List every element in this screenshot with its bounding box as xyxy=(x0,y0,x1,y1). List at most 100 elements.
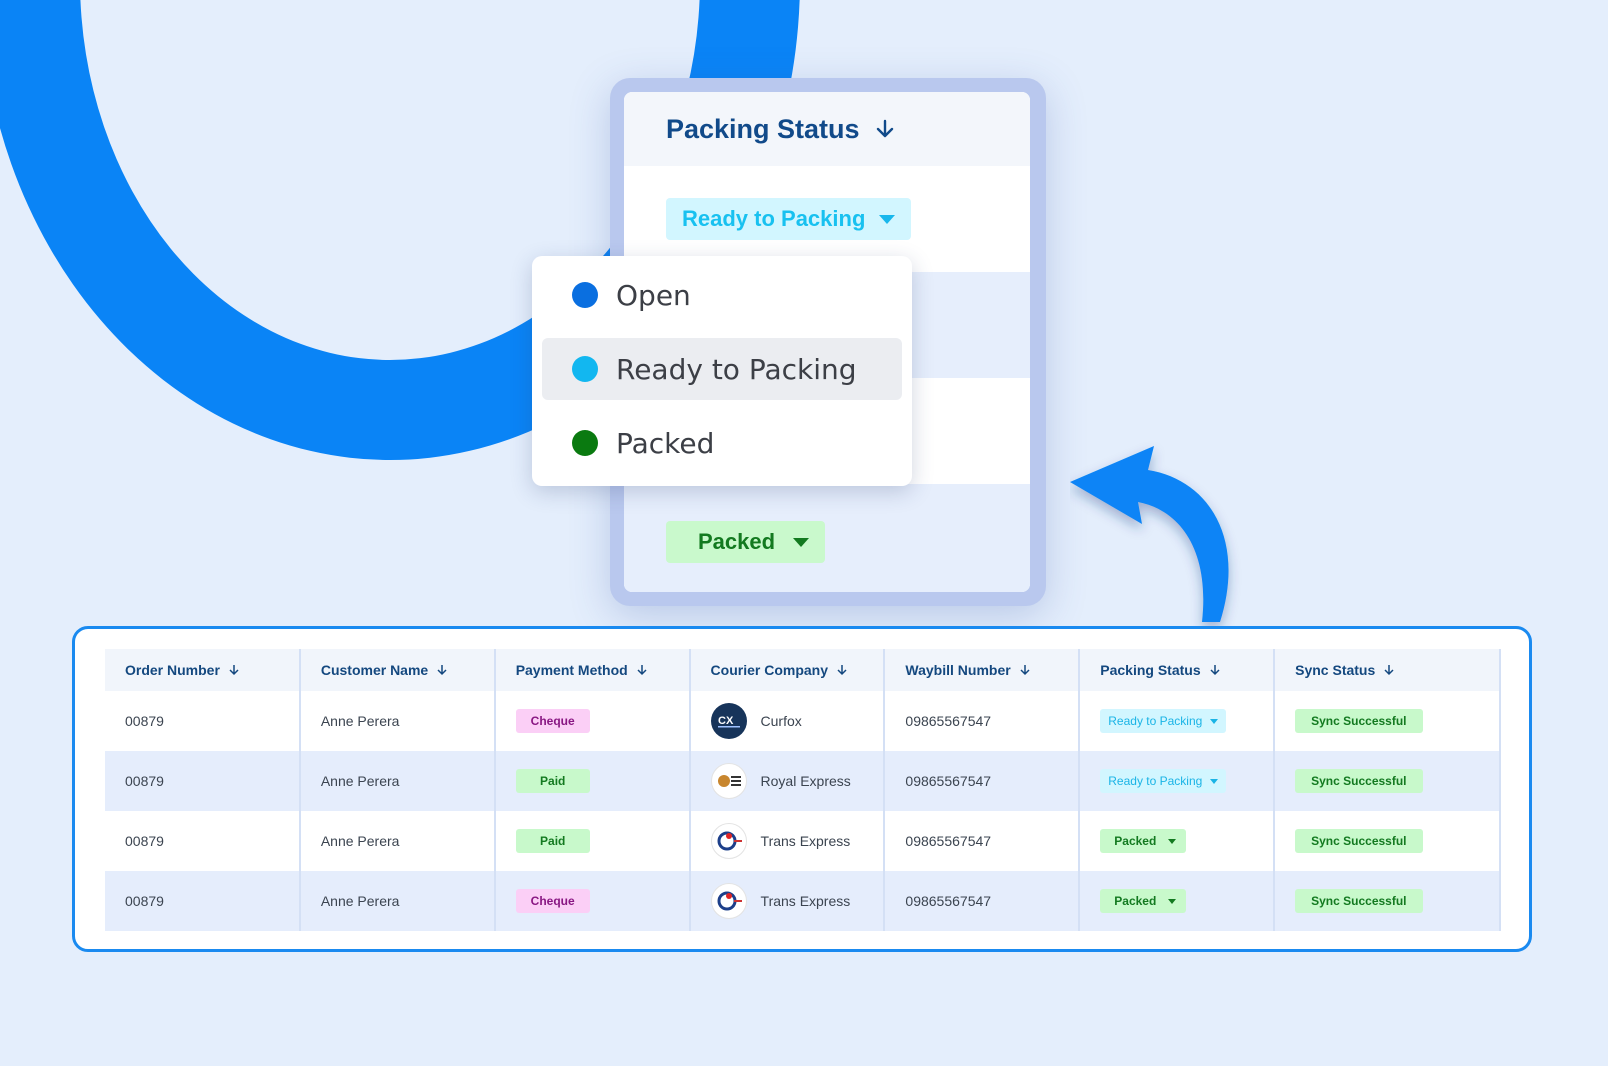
column-label: Payment Method xyxy=(515,662,628,678)
caret-down-icon xyxy=(1168,898,1177,904)
svg-text:CX: CX xyxy=(718,715,734,727)
column-header-payment-method[interactable]: Payment Method xyxy=(494,649,691,691)
column-header-customer-name[interactable]: Customer Name xyxy=(299,649,496,691)
column-label: Packing Status xyxy=(1100,662,1201,678)
packing-status-selected-label: Ready to Packing xyxy=(682,206,866,231)
caret-down-icon xyxy=(879,214,896,224)
column-label: Sync Status xyxy=(1295,662,1376,678)
table-row[interactable]: 00879 Anne Perera Cheque Trans Express 0… xyxy=(105,871,1501,931)
curfox-logo-icon: CX xyxy=(710,703,747,739)
orders-table-panel: Order Number Customer Name Payment Metho… xyxy=(72,626,1532,952)
courier-name: Royal Express xyxy=(760,773,851,789)
customer-name-cell: Anne Perera xyxy=(299,751,496,811)
order-number-cell: 00879 xyxy=(105,871,301,931)
payment-method-cell: Cheque xyxy=(494,871,691,931)
sync-status-badge: Sync Successful xyxy=(1295,769,1423,793)
courier-cell: CX Curfox xyxy=(689,691,886,751)
menu-option-packed[interactable]: Packed xyxy=(542,412,902,474)
packing-status-dropdown-menu: Open Ready to Packing Packed xyxy=(532,256,912,486)
sync-status-badge: Sync Successful xyxy=(1295,709,1423,733)
courier-name: Trans Express xyxy=(760,833,851,849)
sort-down-arrow-icon[interactable] xyxy=(636,664,648,676)
waybill-cell: 09865567547 xyxy=(884,751,1081,811)
column-label: Courier Company xyxy=(710,662,828,678)
status-dot-icon xyxy=(572,356,598,382)
column-header-sync-status[interactable]: Sync Status xyxy=(1274,649,1501,691)
payment-badge: Paid xyxy=(515,829,590,853)
waybill-cell: 09865567547 xyxy=(884,811,1081,871)
status-dot-icon xyxy=(572,282,598,308)
packing-status-cell: Ready to Packing xyxy=(1079,751,1276,811)
packing-status-cell: Packed xyxy=(1079,811,1276,871)
sort-down-arrow-icon[interactable] xyxy=(436,664,448,676)
sort-down-arrow-icon[interactable] xyxy=(1019,664,1031,676)
packing-status-header-label: Packing Status xyxy=(666,113,860,144)
column-label: Waybill Number xyxy=(905,662,1011,678)
caret-down-icon xyxy=(1210,778,1219,784)
packing-status-label: Packed xyxy=(1114,834,1157,848)
order-number-cell: 00879 xyxy=(105,751,301,811)
courier-cell: Trans Express xyxy=(689,871,886,931)
packing-status-label: Packed xyxy=(1114,894,1157,908)
column-label: Customer Name xyxy=(320,662,429,678)
payment-badge: Cheque xyxy=(515,709,590,733)
sync-status-cell: Sync Successful xyxy=(1274,751,1501,811)
column-header-courier-company[interactable]: Courier Company xyxy=(689,649,886,691)
sync-status-badge: Sync Successful xyxy=(1295,829,1423,853)
courier-name: Trans Express xyxy=(760,893,851,909)
packing-status-label: Ready to Packing xyxy=(1108,774,1203,788)
order-number-cell: 00879 xyxy=(105,811,301,871)
waybill-cell: 09865567547 xyxy=(884,691,1081,751)
sync-status-cell: Sync Successful xyxy=(1274,811,1501,871)
packing-status-dropdown-trigger[interactable]: Ready to Packing xyxy=(666,198,912,240)
menu-option-ready-to-packing[interactable]: Ready to Packing xyxy=(542,338,902,400)
trans-express-logo-icon xyxy=(710,883,747,919)
payment-badge: Cheque xyxy=(515,889,590,913)
payment-method-cell: Cheque xyxy=(494,691,691,751)
packing-status-header[interactable]: Packing Status xyxy=(624,92,1030,166)
caret-down-icon xyxy=(1210,718,1219,724)
courier-cell: Trans Express xyxy=(689,811,886,871)
column-header-order-number[interactable]: Order Number xyxy=(105,649,301,691)
packing-status-dropdown[interactable]: Ready to Packing xyxy=(1100,769,1227,793)
table-row[interactable]: 00879 Anne Perera Paid Trans Express 098… xyxy=(105,811,1501,871)
orders-table: Order Number Customer Name Payment Metho… xyxy=(105,649,1501,931)
customer-name-cell: Anne Perera xyxy=(299,811,496,871)
payment-method-cell: Paid xyxy=(494,811,691,871)
packed-status-pill[interactable]: Packed xyxy=(666,521,826,563)
order-number-cell: 00879 xyxy=(105,691,301,751)
customer-name-cell: Anne Perera xyxy=(299,871,496,931)
sort-down-arrow-icon[interactable] xyxy=(228,664,240,676)
trans-express-logo-icon xyxy=(710,823,747,859)
menu-option-label: Packed xyxy=(616,426,715,460)
status-dot-icon xyxy=(572,430,598,456)
menu-option-label: Ready to Packing xyxy=(616,352,857,386)
courier-cell: Royal Express xyxy=(689,751,886,811)
packing-status-dropdown[interactable]: Ready to Packing xyxy=(1100,709,1227,733)
packing-status-dropdown[interactable]: Packed xyxy=(1100,889,1187,913)
table-row[interactable]: 00879 Anne Perera Paid Royal Express 098… xyxy=(105,751,1501,811)
sort-down-arrow-icon[interactable] xyxy=(1383,664,1395,676)
packing-status-dropdown[interactable]: Packed xyxy=(1100,829,1187,853)
packed-status-label: Packed xyxy=(698,529,776,554)
packing-status-cell: Packed xyxy=(1079,871,1276,931)
sort-down-arrow-icon[interactable] xyxy=(1209,664,1221,676)
curved-arrow-icon xyxy=(1070,446,1229,622)
packing-status-cell: Ready to Packing xyxy=(1079,691,1276,751)
column-header-waybill-number[interactable]: Waybill Number xyxy=(884,649,1081,691)
payment-method-cell: Paid xyxy=(494,751,691,811)
sync-status-cell: Sync Successful xyxy=(1274,691,1501,751)
table-row[interactable]: 00879 Anne Perera Cheque CX Curfox 09865… xyxy=(105,691,1501,751)
zoom-row-4: Packed xyxy=(624,484,1030,592)
payment-badge: Paid xyxy=(515,769,590,793)
caret-down-icon xyxy=(1168,838,1177,844)
menu-option-label: Open xyxy=(616,278,691,312)
packing-status-label: Ready to Packing xyxy=(1108,714,1203,728)
column-header-packing-status[interactable]: Packing Status xyxy=(1079,649,1276,691)
stage: Packing Status Ready to Packing Packed O… xyxy=(0,0,1608,1066)
waybill-cell: 09865567547 xyxy=(884,871,1081,931)
sort-down-arrow-icon[interactable] xyxy=(836,664,848,676)
menu-option-open[interactable]: Open xyxy=(542,264,902,326)
sync-status-cell: Sync Successful xyxy=(1274,871,1501,931)
sort-down-arrow-icon[interactable] xyxy=(874,118,896,140)
